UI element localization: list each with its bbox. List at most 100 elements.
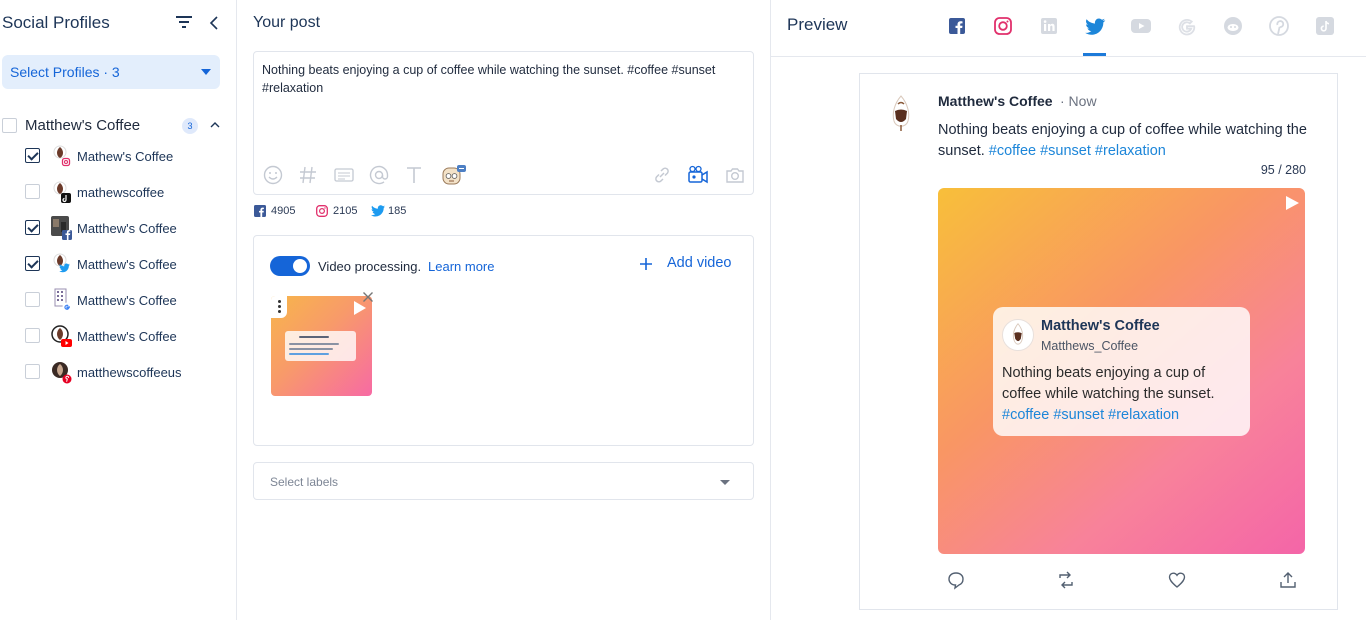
select-labels-placeholder: Select labels: [270, 475, 339, 489]
twitter-icon: [371, 205, 385, 217]
tweet-body: Nothing beats enjoying a cup of coffee w…: [938, 120, 1308, 162]
thumbnail-post-card: [285, 331, 356, 361]
profile-item[interactable]: mathewscoffee: [25, 179, 225, 205]
chevron-left-icon[interactable]: [208, 15, 220, 31]
close-icon[interactable]: [362, 291, 374, 303]
profiles-panel: Social Profiles Select Profiles · 3 Matt…: [0, 0, 237, 620]
select-labels-dropdown[interactable]: Select labels: [253, 462, 754, 500]
media-card-hashtags: #coffee #sunset #relaxation: [1002, 407, 1180, 423]
panel-title: Social Profiles: [2, 13, 110, 32]
linkedin-icon[interactable]: [1037, 14, 1061, 38]
video-thumbnail[interactable]: [271, 296, 372, 396]
preview-title: Preview: [787, 15, 848, 34]
video-section: Video processing. Learn more Add video: [253, 235, 754, 446]
profile-checkbox[interactable]: [25, 292, 40, 307]
select-profiles-dropdown[interactable]: Select Profiles · 3: [2, 55, 220, 89]
media-card-name: Matthew's Coffee: [1041, 318, 1160, 334]
link-icon[interactable]: [651, 164, 673, 186]
profile-checkbox[interactable]: [25, 328, 40, 343]
reddit-icon[interactable]: [1221, 14, 1245, 38]
video-processing-toggle[interactable]: [270, 256, 310, 276]
profile-group: Matthew's Coffee 3: [2, 115, 227, 137]
facebook-count-value: 4905: [271, 205, 296, 217]
add-video-label: Add video: [667, 255, 732, 271]
profile-checkbox[interactable]: [25, 364, 40, 379]
media-card-body: Nothing beats enjoying a cup of coffee w…: [1002, 365, 1215, 402]
profile-item[interactable]: Matthew's Coffee: [25, 215, 225, 241]
google-icon[interactable]: [1175, 14, 1199, 38]
tweet-preview-card: Matthew's Coffee · Now Nothing beats enj…: [859, 73, 1338, 610]
hashtag-icon[interactable]: [297, 164, 319, 186]
profile-item[interactable]: matthewscoffeeus: [25, 359, 225, 385]
retweet-icon[interactable]: [1056, 570, 1076, 590]
profile-name: Matthew's Coffee: [77, 221, 177, 236]
tweet-hashtags[interactable]: #coffee #sunset #relaxation: [989, 143, 1166, 159]
profile-checkbox[interactable]: [25, 184, 40, 199]
learn-more-link[interactable]: Learn more: [428, 259, 494, 274]
post-text[interactable]: Nothing beats enjoying a cup of coffee w…: [262, 61, 732, 97]
snippet-icon[interactable]: [333, 164, 355, 186]
post-title: Your post: [253, 14, 321, 31]
post-editor[interactable]: Nothing beats enjoying a cup of coffee w…: [253, 51, 754, 195]
coffee-logo-avatar: [1002, 319, 1034, 351]
profile-name: Matthew's Coffee: [77, 329, 177, 344]
play-icon: [354, 301, 366, 315]
play-icon[interactable]: [1286, 196, 1299, 210]
chevron-up-icon[interactable]: [210, 120, 220, 130]
more-options-icon[interactable]: [271, 296, 287, 318]
instagram-icon[interactable]: [991, 14, 1015, 38]
coffee-avatar-instagram-icon: [53, 145, 71, 167]
caret-down-icon: [201, 69, 211, 75]
reply-icon[interactable]: [946, 570, 966, 590]
profile-item[interactable]: Matthew's Coffee: [25, 251, 225, 277]
tweet-video-media[interactable]: Matthew's Coffee Matthews_Coffee Nothing…: [938, 188, 1305, 554]
mention-icon[interactable]: [368, 164, 390, 186]
coffee-logo-avatar: [892, 95, 910, 131]
plus-icon: [640, 258, 652, 270]
tweet-author: Matthew's Coffee: [938, 93, 1053, 109]
media-card-handle: Matthews_Coffee: [1041, 339, 1139, 353]
coffee-avatar-youtube-icon: [51, 325, 72, 347]
text-format-icon[interactable]: [403, 164, 425, 186]
profile-name: matthewscoffeeus: [77, 365, 182, 380]
media-card-text: Nothing beats enjoying a cup of coffee w…: [1002, 363, 1247, 426]
profile-checkbox[interactable]: [25, 256, 40, 271]
profile-item[interactable]: Matthew's Coffee: [25, 323, 225, 349]
group-checkbox[interactable]: [2, 118, 17, 133]
video-icon[interactable]: [687, 164, 709, 186]
instagram-count-value: 2105: [333, 205, 358, 217]
media-post-card: Matthew's Coffee Matthews_Coffee Nothing…: [993, 307, 1250, 436]
pinterest-icon[interactable]: [1267, 14, 1291, 38]
coffee-avatar-google-icon: [54, 288, 72, 312]
twitter-icon[interactable]: [1083, 14, 1107, 38]
twitter-count-value: 185: [388, 205, 407, 217]
ai-assistant-icon[interactable]: [441, 164, 467, 186]
profile-name: Mathew's Coffee: [77, 149, 174, 164]
youtube-icon[interactable]: [1129, 14, 1153, 38]
profile-name: Matthew's Coffee: [77, 293, 177, 308]
profile-checkbox[interactable]: [25, 220, 40, 235]
camera-icon[interactable]: [724, 164, 746, 186]
preview-panel: Preview Matthew's Coffee · Now Nothing b: [770, 0, 1366, 620]
profile-item[interactable]: Matthew's Coffee: [25, 287, 225, 313]
instagram-icon: [316, 205, 328, 217]
character-counter: 95 / 280: [1260, 163, 1306, 177]
emoji-icon[interactable]: [262, 164, 284, 186]
facebook-icon[interactable]: [945, 14, 969, 38]
tweet-time: · Now: [1060, 93, 1097, 109]
coffee-avatar-pinterest-icon: [52, 362, 72, 384]
coffee-avatar-facebook-icon: [51, 216, 72, 240]
caret-down-icon: [720, 480, 730, 485]
share-icon[interactable]: [1278, 570, 1298, 590]
group-name: Matthew's Coffee: [25, 117, 141, 134]
profile-checkbox[interactable]: [25, 148, 40, 163]
filter-icon[interactable]: [176, 15, 192, 29]
profile-name: mathewscoffee: [77, 185, 165, 200]
tiktok-icon[interactable]: [1313, 14, 1337, 38]
coffee-avatar-tiktok-icon: [53, 181, 71, 203]
video-processing-label: Video processing.: [318, 259, 422, 274]
select-profiles-label: Select Profiles · 3: [10, 64, 120, 80]
heart-icon[interactable]: [1167, 570, 1187, 590]
coffee-avatar-twitter-icon: [53, 253, 70, 273]
profile-item[interactable]: Mathew's Coffee: [25, 143, 225, 169]
